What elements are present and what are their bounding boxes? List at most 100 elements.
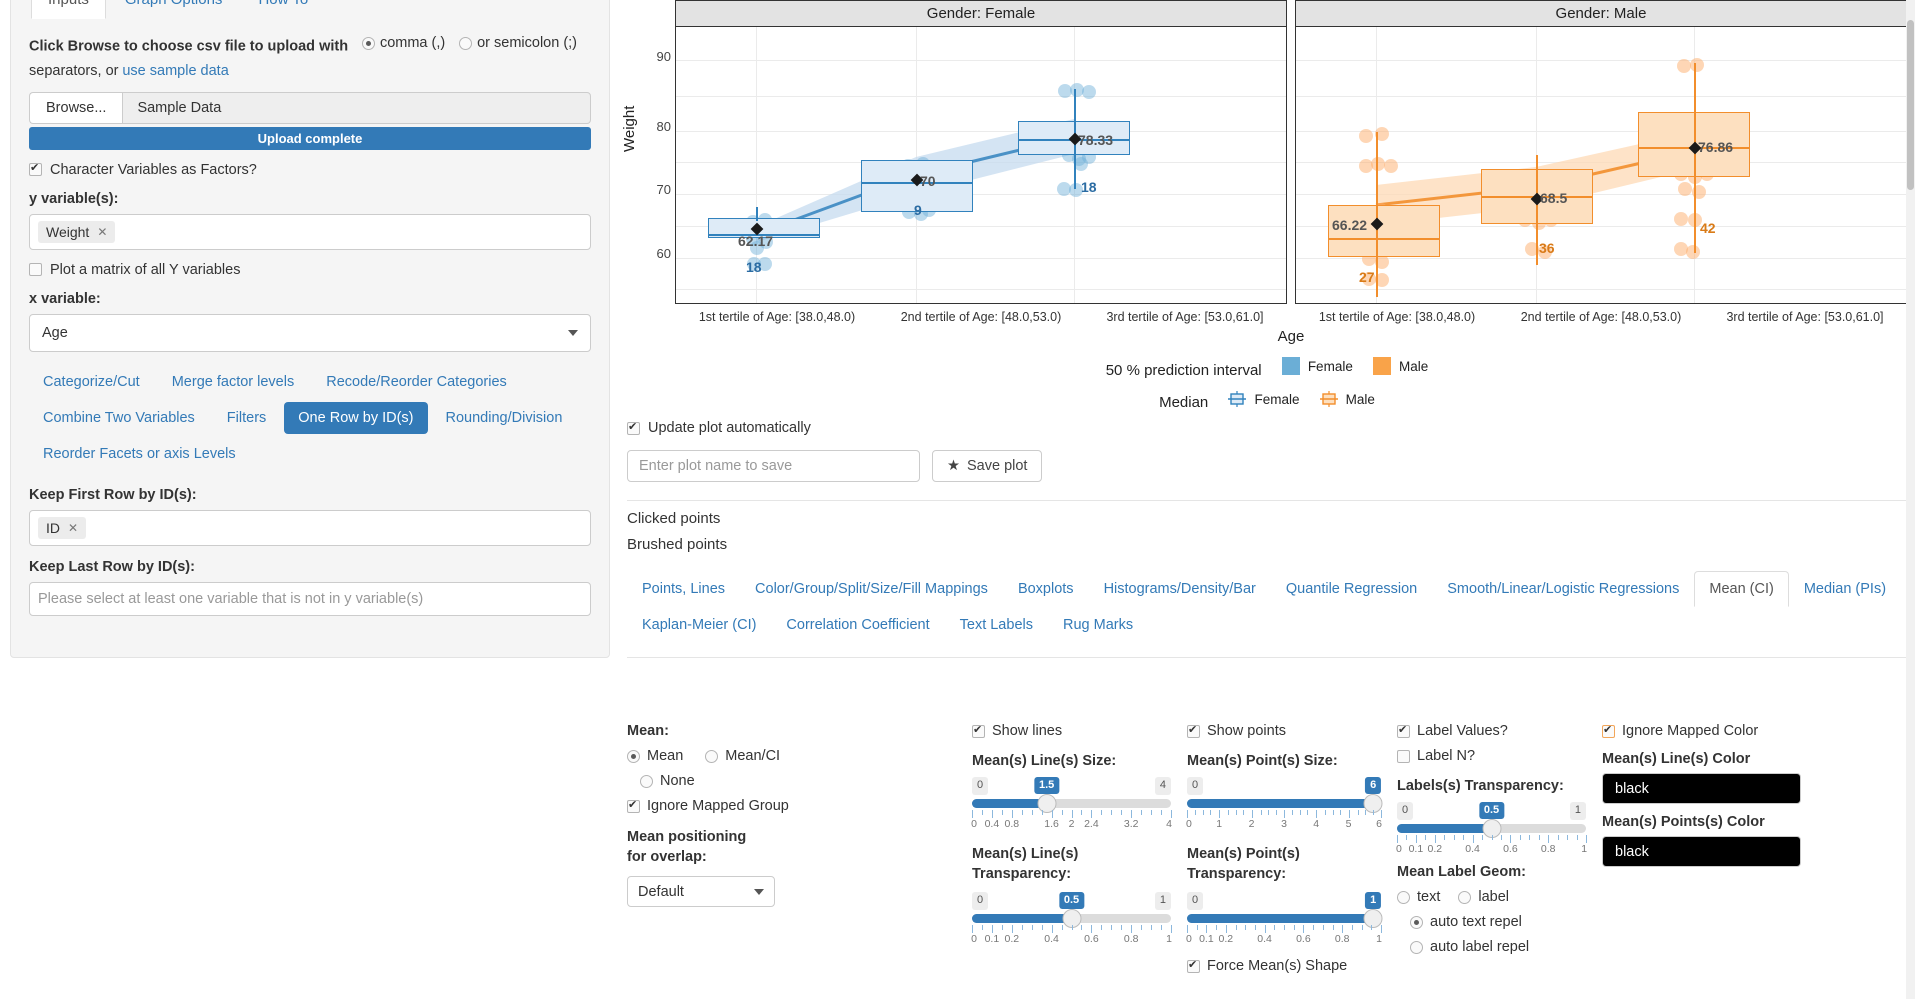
pill-categorize-cut[interactable]: Categorize/Cut [29, 366, 154, 398]
label-n-checkbox-row[interactable]: Label N? [1397, 748, 1586, 764]
point-transparency-slider[interactable]: 0 1 0 0.1 0.2 0.4 0.6 0.8 1 [1186, 892, 1383, 946]
checkbox-show-lines-icon[interactable] [972, 723, 985, 738]
checkbox-auto-update-icon[interactable] [627, 420, 640, 435]
page-scrollbar[interactable] [1906, 0, 1915, 999]
use-sample-data-link[interactable]: use sample data [122, 63, 228, 79]
checkbox-label-n-icon[interactable] [1397, 749, 1410, 763]
tab-correlation-coefficient[interactable]: Correlation Coefficient [771, 607, 944, 643]
checkbox-label-values-icon[interactable] [1397, 723, 1410, 738]
divider-2 [627, 657, 1907, 658]
radio-comma-icon[interactable] [361, 37, 375, 51]
labels-transp-ticks [1397, 835, 1587, 843]
chevron-down-icon[interactable] [754, 888, 764, 895]
remove-icon[interactable]: ✕ [97, 225, 107, 239]
radio-semicolon-icon[interactable] [459, 37, 473, 51]
label-values-checkbox-row[interactable]: Label Values? [1397, 723, 1586, 739]
positioning-title: Mean positioning for overlap: [627, 829, 747, 865]
radio-none-icon[interactable] [640, 774, 653, 788]
pill-one-row-by-ids[interactable]: One Row by ID(s) [284, 401, 428, 434]
radio-auto-text-repel-row[interactable]: auto text repel [1410, 914, 1586, 930]
tab-text-labels[interactable]: Text Labels [945, 607, 1048, 643]
tab-color-mappings[interactable]: Color/Group/Split/Size/Fill Mappings [740, 571, 1003, 607]
separator-comma-option[interactable]: comma (,) [361, 33, 445, 55]
line-transparency-slider[interactable]: 0 0.5 1 0 0.1 0.2 0.4 0.6 0.8 1 [971, 892, 1172, 946]
radio-mean-ci-icon[interactable] [705, 749, 719, 763]
plot-panel-female[interactable]: 62.17 18 70 9 78.33 18 [675, 26, 1287, 304]
remove-icon[interactable]: ✕ [68, 521, 78, 535]
x-variable-select[interactable]: Age [29, 313, 591, 352]
labels-transp-min: 0 [1397, 802, 1414, 820]
tab-points-lines[interactable]: Points, Lines [627, 571, 740, 607]
plot-name-input[interactable]: Enter plot name to save [627, 450, 920, 482]
labels-transparency-slider[interactable]: 0 0.5 1 0 0.1 0.2 0.4 0.6 0.8 1 [1396, 802, 1587, 856]
tab-boxplots[interactable]: Boxplots [1003, 571, 1089, 607]
radio-auto-label-repel-row[interactable]: auto label repel [1410, 939, 1586, 955]
x-tick-m3: 3rd tertile of Age: [53.0,61.0] [1726, 310, 1884, 324]
browse-button[interactable]: Browse... [29, 91, 123, 124]
point-size-slider[interactable]: 0 6 0 1 2 3 4 5 6 [1186, 777, 1383, 831]
plot-panel-male[interactable]: 66.22 27 68.5 36 76.86 42 [1295, 26, 1907, 304]
point-color-input[interactable]: black [1602, 836, 1801, 867]
radio-mean-icon[interactable] [627, 749, 640, 763]
y-variable-input[interactable]: Weight ✕ [29, 213, 591, 250]
label-geom-title: Mean Label Geom: [1397, 864, 1526, 880]
ignore-color-checkbox-row[interactable]: Ignore Mapped Color [1602, 723, 1801, 739]
ignore-group-checkbox-row[interactable]: Ignore Mapped Group [627, 798, 956, 814]
tab-kaplan-meier[interactable]: Kaplan-Meier (CI) [627, 607, 771, 643]
character-factors-checkbox-row[interactable]: Character Variables as Factors? [29, 161, 591, 178]
tab-rug-marks[interactable]: Rug Marks [1048, 607, 1148, 643]
separator-semicolon-option[interactable]: or semicolon (;) [459, 33, 577, 55]
line-color-input[interactable]: black [1602, 773, 1801, 804]
checkbox-ignore-group-icon[interactable] [627, 798, 640, 813]
tab-histograms[interactable]: Histograms/Density/Bar [1089, 571, 1271, 607]
radio-mean-ci-row[interactable]: Mean/CI [705, 748, 780, 764]
radio-auto-text-repel-icon[interactable] [1410, 915, 1423, 929]
tab-median-pis[interactable]: Median (PIs) [1789, 571, 1901, 607]
pill-combine-two-variables[interactable]: Combine Two Variables [29, 402, 209, 434]
scrollbar-thumb[interactable] [1907, 20, 1914, 190]
checkbox-ignore-color-icon[interactable] [1602, 723, 1615, 738]
save-plot-button[interactable]: ★ Save plot [932, 450, 1043, 482]
line-size-slider[interactable]: 0 1.5 4 0 0.4 0.8 1.6 2 2.4 3.2 4 [971, 777, 1172, 831]
radio-none-row[interactable]: None [640, 773, 956, 789]
radio-mean-row[interactable]: Mean [627, 748, 683, 764]
x-tick-m2: 2nd tertile of Age: [48.0,53.0) [1520, 310, 1682, 324]
tab-graph-options[interactable]: Graph Options [108, 0, 240, 19]
checkbox-character-factors-icon[interactable] [29, 161, 42, 177]
pill-filters[interactable]: Filters [213, 402, 280, 434]
radio-auto-label-repel-icon[interactable] [1410, 940, 1423, 954]
labels-transp-max: 1 [1569, 802, 1586, 820]
keep-first-row-input[interactable]: ID ✕ [29, 509, 591, 546]
keep-first-row-chip[interactable]: ID ✕ [38, 516, 87, 539]
show-points-checkbox-row[interactable]: Show points [1187, 723, 1381, 739]
positioning-select[interactable]: Default [627, 876, 775, 908]
checkbox-show-points-icon[interactable] [1187, 723, 1200, 738]
radio-label-icon[interactable] [1458, 890, 1472, 904]
tab-quantile-regression[interactable]: Quantile Regression [1271, 571, 1432, 607]
pill-rounding-division[interactable]: Rounding/Division [432, 402, 577, 434]
save-plot-row: Enter plot name to save ★ Save plot [627, 450, 1907, 482]
transform-pill-tabs: Categorize/Cut Merge factor levels Recod… [29, 366, 591, 474]
y-variable-chip[interactable]: Weight ✕ [38, 220, 116, 243]
tab-how-to[interactable]: How To [241, 0, 325, 19]
radio-text-icon[interactable] [1397, 890, 1410, 904]
radio-label-label: label [1478, 889, 1510, 905]
radio-label-row[interactable]: label [1458, 889, 1509, 905]
force-shape-checkbox-row[interactable]: Force Mean(s) Shape [1187, 958, 1381, 974]
mean-label-female-3: 78.33 [1078, 132, 1114, 148]
pill-merge-factor-levels[interactable]: Merge factor levels [158, 366, 309, 398]
auto-update-checkbox-row[interactable]: Update plot automatically [627, 420, 1907, 436]
mean-label-male-2: 68.5 [1540, 190, 1568, 206]
tab-inputs[interactable]: Inputs [31, 0, 106, 19]
checkbox-force-shape-icon[interactable] [1187, 958, 1200, 973]
radio-text-row[interactable]: text [1397, 889, 1440, 905]
checkbox-matrix-icon[interactable] [29, 263, 42, 277]
tab-smooth-regressions[interactable]: Smooth/Linear/Logistic Regressions [1432, 571, 1694, 607]
pill-recode-reorder-categories[interactable]: Recode/Reorder Categories [312, 366, 521, 398]
matrix-checkbox-row[interactable]: Plot a matrix of all Y variables [29, 262, 591, 278]
keep-last-row-input[interactable]: Please select at least one variable that… [29, 581, 591, 616]
pill-reorder-facets[interactable]: Reorder Facets or axis Levels [29, 438, 250, 470]
tab-mean-ci[interactable]: Mean (CI) [1694, 571, 1789, 607]
chevron-down-icon[interactable] [568, 329, 578, 336]
show-lines-checkbox-row[interactable]: Show lines [972, 723, 1171, 739]
